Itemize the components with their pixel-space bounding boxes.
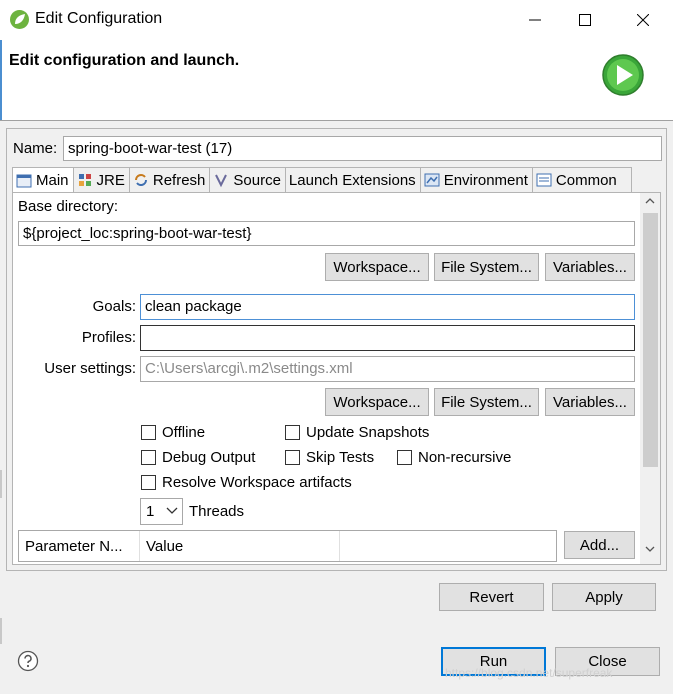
- offline-checkbox-box[interactable]: [141, 425, 156, 440]
- tab-common-label: Common: [555, 171, 617, 189]
- settings-variables-button[interactable]: Variables...: [545, 388, 635, 416]
- debug-output-label: Debug Output: [162, 449, 256, 466]
- threads-label: Threads: [189, 503, 245, 520]
- tab-refresh[interactable]: Refresh: [129, 167, 211, 193]
- left-edge-marker: [0, 470, 2, 498]
- tab-refresh-label: Refresh: [152, 171, 206, 189]
- threads-select[interactable]: 1: [140, 498, 183, 525]
- base-workspace-button[interactable]: Workspace...: [325, 253, 429, 281]
- help-icon[interactable]: [17, 650, 39, 672]
- dialog-header: Edit configuration and launch.: [0, 40, 673, 120]
- window-title: Edit Configuration: [35, 10, 163, 27]
- name-label: Name:: [13, 140, 58, 157]
- header-accent-strip: [0, 40, 2, 120]
- maximize-icon: [579, 14, 591, 26]
- tab-jre-label: JRE: [96, 171, 125, 189]
- base-file-system-button[interactable]: File System...: [434, 253, 539, 281]
- offline-checkbox[interactable]: Offline: [141, 424, 205, 441]
- scroll-up-icon[interactable]: [645, 197, 655, 205]
- tab-common[interactable]: Common: [532, 167, 632, 193]
- close-window-button[interactable]: [618, 0, 668, 40]
- column-header-parameter-name[interactable]: Parameter N...: [19, 531, 140, 561]
- run-launch-icon: [602, 54, 644, 96]
- tab-jre[interactable]: JRE: [73, 167, 130, 193]
- tab-main-label: Main: [36, 172, 69, 189]
- base-variables-button[interactable]: Variables...: [545, 253, 635, 281]
- debug-output-checkbox[interactable]: Debug Output: [141, 449, 255, 466]
- source-icon: [215, 174, 228, 188]
- minimize-icon: [529, 19, 541, 21]
- title-bar: Edit Configuration: [0, 0, 673, 40]
- profiles-label: Profiles:: [81, 329, 136, 346]
- config-tabs: Main JRE Refresh Source Launch Extension…: [12, 167, 632, 194]
- environment-icon: [424, 173, 440, 187]
- resolve-workspace-checkbox[interactable]: Resolve Workspace artifacts: [141, 474, 352, 491]
- tab-environment[interactable]: Environment: [420, 167, 533, 193]
- spring-leaf-icon: [10, 10, 29, 29]
- tab-launch-extensions-label: Launch Extensions: [288, 171, 416, 189]
- name-input[interactable]: spring-boot-war-test (17): [63, 136, 662, 161]
- common-icon: [536, 173, 552, 187]
- settings-file-system-button[interactable]: File System...: [434, 388, 539, 416]
- goals-label: Goals:: [92, 298, 136, 315]
- close-icon: [637, 14, 649, 26]
- revert-button[interactable]: Revert: [439, 583, 544, 611]
- skip-tests-checkbox[interactable]: Skip Tests: [285, 449, 374, 466]
- resolve-workspace-checkbox-box[interactable]: [141, 475, 156, 490]
- chevron-down-icon: [166, 507, 178, 514]
- profiles-input[interactable]: [140, 325, 635, 351]
- threads-value: 1: [146, 503, 155, 520]
- skip-tests-label: Skip Tests: [306, 449, 375, 466]
- goals-input[interactable]: clean package: [140, 294, 635, 320]
- tab-source-label: Source: [233, 171, 281, 189]
- scroll-down-icon[interactable]: [645, 545, 655, 553]
- jre-icon: [78, 174, 91, 186]
- debug-output-checkbox-box[interactable]: [141, 450, 156, 465]
- column-header-value[interactable]: Value: [140, 531, 340, 561]
- skip-tests-checkbox-box[interactable]: [285, 450, 300, 465]
- tab-main[interactable]: Main: [12, 167, 74, 194]
- header-title: Edit configuration and launch.: [9, 52, 240, 69]
- non-recursive-label: Non-recursive: [418, 449, 512, 466]
- add-parameter-button[interactable]: Add...: [564, 531, 635, 559]
- user-settings-label: User settings:: [44, 360, 136, 377]
- header-separator: [0, 120, 673, 121]
- update-snapshots-checkbox[interactable]: Update Snapshots: [285, 424, 429, 441]
- update-snapshots-label: Update Snapshots: [306, 424, 430, 441]
- scrollbar-thumb[interactable]: [643, 213, 658, 467]
- update-snapshots-checkbox-box[interactable]: [285, 425, 300, 440]
- base-directory-input[interactable]: ${project_loc:spring-boot-war-test}: [18, 221, 635, 246]
- apply-button[interactable]: Apply: [552, 583, 656, 611]
- minimize-button[interactable]: [510, 0, 560, 40]
- watermark-text: https://blog.csdn.net/superfreak: [445, 666, 613, 680]
- refresh-icon: [134, 174, 147, 186]
- parameter-table[interactable]: Parameter N... Value: [18, 530, 557, 562]
- main-tab-icon: [16, 174, 32, 187]
- non-recursive-checkbox-box[interactable]: [397, 450, 412, 465]
- left-edge-marker-lower: [0, 618, 2, 644]
- offline-label: Offline: [162, 424, 206, 441]
- maximize-button[interactable]: [560, 0, 610, 40]
- user-settings-input[interactable]: C:\Users\arcgi\.m2\settings.xml: [140, 356, 635, 382]
- vertical-scrollbar[interactable]: [640, 193, 660, 564]
- tab-launch-extensions[interactable]: Launch Extensions: [285, 167, 421, 193]
- base-directory-label: Base directory:: [18, 198, 119, 215]
- non-recursive-checkbox[interactable]: Non-recursive: [397, 449, 511, 466]
- settings-workspace-button[interactable]: Workspace...: [325, 388, 429, 416]
- resolve-workspace-label: Resolve Workspace artifacts: [162, 474, 352, 491]
- tab-environment-label: Environment: [443, 171, 528, 189]
- tab-source[interactable]: Source: [210, 167, 286, 193]
